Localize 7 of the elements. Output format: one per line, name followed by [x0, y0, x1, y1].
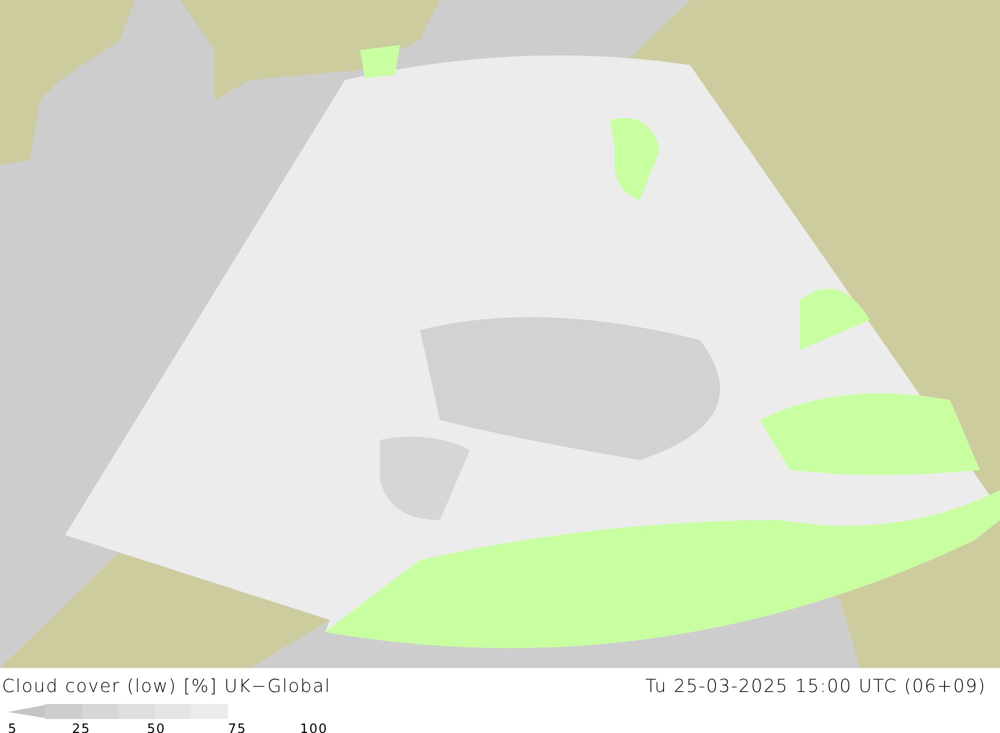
- legend-label: 75: [228, 722, 247, 733]
- timestamp: Tu 25-03-2025 15:00 UTC (06+09): [645, 676, 986, 699]
- legend-label: 50: [147, 722, 166, 733]
- map-title: Cloud cover (low) [%] UK−Global: [2, 676, 331, 699]
- legend-label: 25: [72, 722, 91, 733]
- legend-label: 100: [300, 722, 328, 733]
- legend-label: 5: [8, 722, 18, 733]
